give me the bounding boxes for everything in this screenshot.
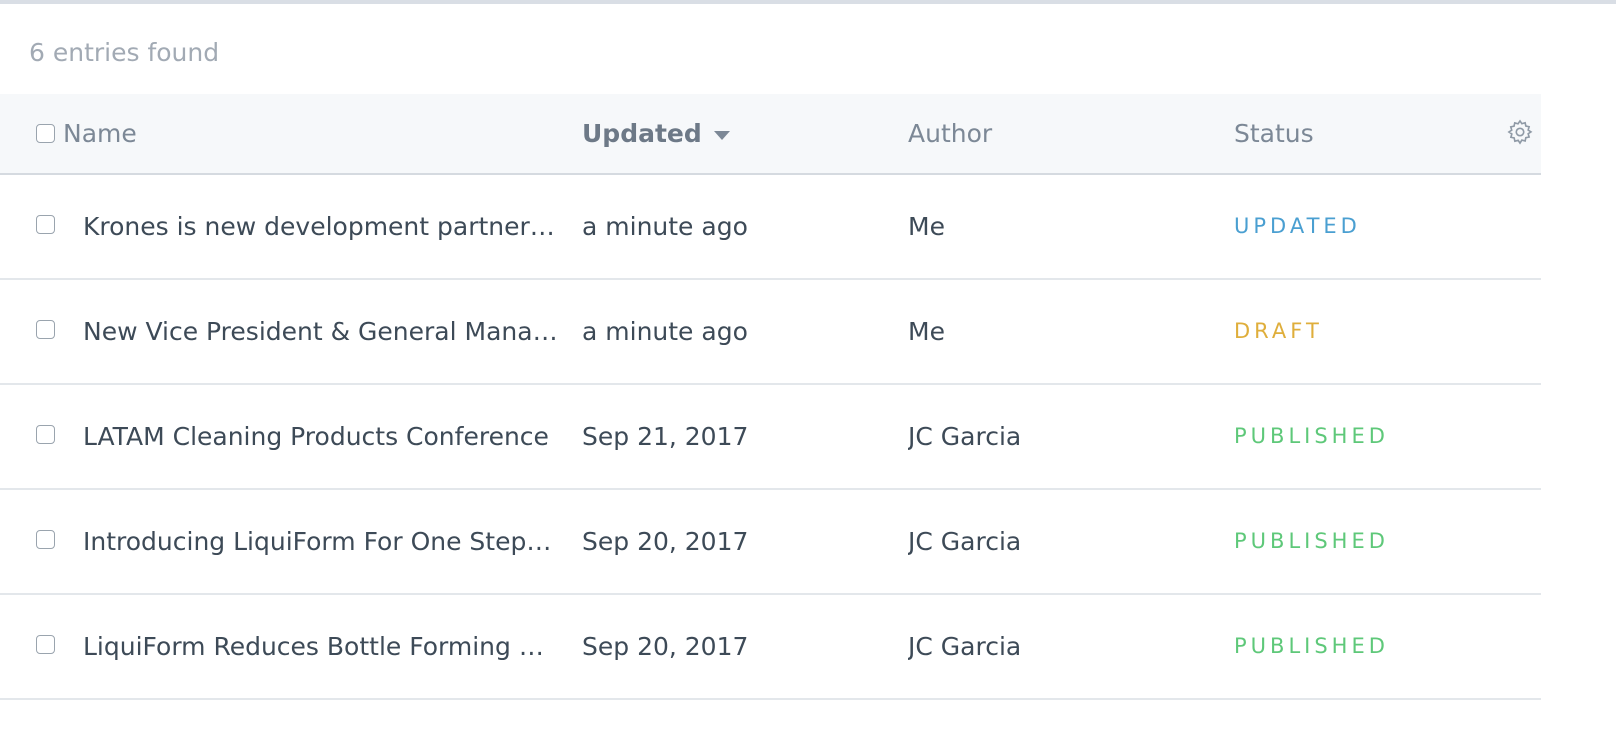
status-badge: PUBLISHED bbox=[1234, 424, 1389, 448]
entry-author: JC Garcia bbox=[908, 422, 1022, 451]
status-badge: PUBLISHED bbox=[1234, 529, 1389, 553]
row-checkbox[interactable] bbox=[36, 425, 55, 444]
select-all-checkbox[interactable] bbox=[36, 124, 55, 143]
top-divider bbox=[0, 0, 1616, 4]
entry-updated: Sep 20, 2017 bbox=[582, 632, 749, 661]
row-checkbox[interactable] bbox=[36, 635, 55, 654]
status-badge: DRAFT bbox=[1234, 319, 1323, 343]
caret-down-icon bbox=[713, 130, 730, 140]
entry-updated: a minute ago bbox=[582, 317, 748, 346]
status-badge: PUBLISHED bbox=[1234, 634, 1389, 658]
entry-author: JC Garcia bbox=[908, 527, 1022, 556]
table-header: Name Updated Author Status bbox=[0, 94, 1541, 175]
entry-name[interactable]: LATAM Cleaning Products Conference bbox=[83, 385, 558, 488]
column-header-name[interactable]: Name bbox=[63, 94, 538, 173]
entry-name[interactable]: Krones is new development partner for Li… bbox=[83, 175, 558, 278]
entries-table: Name Updated Author Status Krones is new… bbox=[0, 94, 1541, 700]
row-checkbox[interactable] bbox=[36, 215, 55, 234]
entries-count: 6 entries found bbox=[29, 38, 220, 67]
entry-name[interactable]: LiquiForm Reduces Bottle Forming Steps bbox=[83, 595, 558, 698]
entry-name[interactable]: New Vice President & General Manager bbox=[83, 280, 558, 383]
entry-updated: a minute ago bbox=[582, 212, 748, 241]
table-row[interactable]: LATAM Cleaning Products Conference Sep 2… bbox=[0, 385, 1541, 490]
entry-updated: Sep 21, 2017 bbox=[582, 422, 749, 451]
row-checkbox[interactable] bbox=[36, 320, 55, 339]
column-header-status[interactable]: Status bbox=[1234, 94, 1494, 173]
column-header-updated-label: Updated bbox=[582, 119, 702, 148]
table-row[interactable]: Krones is new development partner for Li… bbox=[0, 175, 1541, 280]
entry-author: Me bbox=[908, 317, 945, 346]
table-row[interactable]: LiquiForm Reduces Bottle Forming Steps S… bbox=[0, 595, 1541, 700]
table-row[interactable]: New Vice President & General Manager a m… bbox=[0, 280, 1541, 385]
entry-author: Me bbox=[908, 212, 945, 241]
status-badge: UPDATED bbox=[1234, 214, 1361, 238]
entry-name[interactable]: Introducing LiquiForm For One Step Conta… bbox=[83, 490, 558, 593]
entry-author: JC Garcia bbox=[908, 632, 1022, 661]
row-checkbox[interactable] bbox=[36, 530, 55, 549]
column-header-updated[interactable]: Updated bbox=[582, 94, 882, 173]
column-header-author[interactable]: Author bbox=[908, 94, 1208, 173]
table-row[interactable]: Introducing LiquiForm For One Step Conta… bbox=[0, 490, 1541, 595]
gear-icon[interactable] bbox=[1506, 118, 1534, 146]
entry-updated: Sep 20, 2017 bbox=[582, 527, 749, 556]
